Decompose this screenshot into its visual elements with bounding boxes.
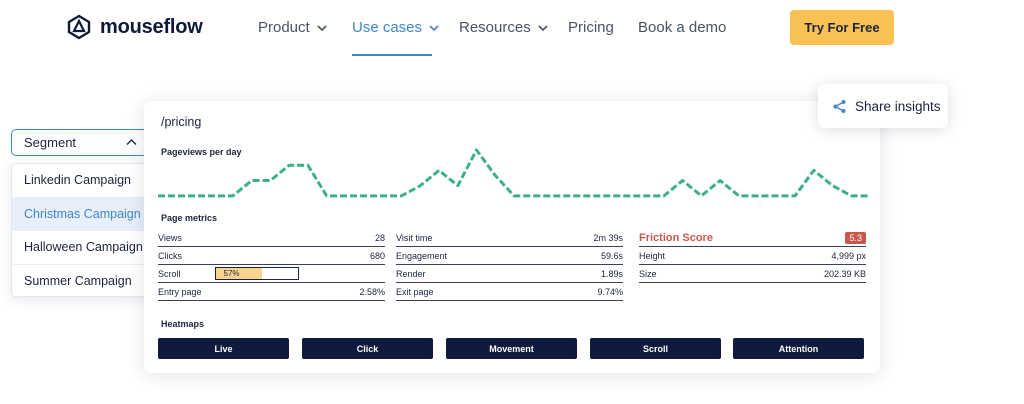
metric-label: Entry page	[158, 286, 202, 297]
nav-book-demo-label: Book a demo	[638, 19, 727, 36]
share-icon	[833, 99, 846, 113]
brand-logo[interactable]: mouseflow	[66, 14, 203, 40]
metric-label: Render	[396, 268, 426, 279]
metric-value: 2.58%	[359, 286, 385, 297]
nav-book-demo[interactable]: Book a demo	[638, 19, 726, 36]
segment-option-halloween[interactable]: Halloween Campaign	[12, 231, 149, 265]
metric-render: Render 1.89s	[396, 265, 623, 283]
metric-size: Size 202.39 KB	[639, 265, 866, 283]
metric-visit-time: Visit time 2m 39s	[396, 229, 623, 247]
try-for-free-button[interactable]: Try For Free	[790, 10, 894, 45]
metrics-right: Friction Score 5.3 Height 4,999 px Size …	[639, 229, 866, 283]
metric-views: Views 28	[158, 229, 385, 247]
nav-use-cases[interactable]: Use cases	[352, 19, 439, 36]
metric-label: Clicks	[158, 250, 182, 261]
heatmap-movement-button[interactable]: Movement	[446, 338, 577, 359]
metrics-mid: Visit time 2m 39s Engagement 59.6s Rende…	[396, 229, 623, 301]
metric-value: 202.39 KB	[823, 268, 866, 279]
metric-label: Engagement	[396, 250, 448, 261]
metric-value: 2m 39s	[593, 232, 623, 243]
metrics-title: Page metrics	[161, 213, 218, 223]
share-insights-button[interactable]: Share insights	[818, 84, 948, 128]
heatmap-click-button[interactable]: Click	[302, 338, 433, 359]
metric-height: Height 4,999 px	[639, 247, 866, 265]
scroll-progress-label: 57%	[223, 269, 240, 278]
nav-product[interactable]: Product	[258, 19, 327, 36]
metric-value: 680	[369, 250, 385, 261]
share-insights-label: Share insights	[855, 98, 941, 114]
metric-value: 28	[374, 232, 385, 243]
metric-label: Size	[639, 268, 657, 279]
heatmaps-title: Heatmaps	[161, 319, 205, 329]
nav-pricing[interactable]: Pricing	[568, 19, 614, 36]
chevron-down-icon	[538, 24, 548, 31]
segment-option-summer[interactable]: Summer Campaign	[12, 265, 149, 297]
metric-label: Visit time	[396, 232, 433, 243]
metric-engagement: Engagement 59.6s	[396, 247, 623, 265]
metric-value: 4,999 px	[831, 250, 866, 261]
metric-exit-page: Exit page 9.74%	[396, 283, 623, 301]
nav-resources-label: Resources	[459, 19, 531, 36]
mouseflow-logo-icon	[67, 14, 91, 40]
active-nav-indicator	[352, 54, 432, 56]
page-insights-card: /pricing Pageviews per day Page metrics …	[144, 101, 880, 373]
nav-use-cases-label: Use cases	[352, 19, 423, 36]
metric-label: Exit page	[396, 286, 434, 297]
metric-label: Views	[158, 232, 182, 243]
metric-value: 1.89s	[600, 268, 623, 279]
page-path: /pricing	[161, 115, 202, 129]
metric-value: 59.6s	[600, 250, 623, 261]
metric-clicks: Clicks 680	[158, 247, 385, 265]
heatmap-scroll-button[interactable]: Scroll	[590, 338, 721, 359]
chevron-down-icon	[429, 24, 439, 31]
friction-score-badge: 5.3	[845, 231, 866, 244]
segment-label: Segment	[24, 135, 77, 150]
chevron-up-icon	[126, 139, 137, 145]
segment-select[interactable]: Segment	[11, 129, 150, 156]
friction-score-label: Friction Score	[639, 231, 713, 244]
nav-resources[interactable]: Resources	[459, 19, 548, 36]
scroll-progress-bar: 57%	[214, 267, 299, 280]
nav-pricing-label: Pricing	[568, 19, 614, 36]
pageviews-chart	[158, 148, 870, 198]
metric-label: Height	[639, 250, 666, 261]
metrics-left: Views 28 Clicks 680 Scroll 57% Entry pag…	[158, 229, 385, 301]
segment-menu: Linkedin Campaign Christmas Campaign Hal…	[11, 163, 150, 297]
segment-option-christmas[interactable]: Christmas Campaign	[12, 197, 149, 231]
metric-scroll: Scroll 57%	[158, 265, 385, 283]
nav-product-label: Product	[258, 19, 310, 36]
segment-option-linkedin[interactable]: Linkedin Campaign	[12, 164, 149, 198]
metric-label: Scroll	[158, 268, 181, 279]
top-nav: mouseflow Product Use cases Resources Pr…	[0, 0, 1024, 56]
pageviews-line	[158, 148, 870, 198]
heatmap-attention-button[interactable]: Attention	[733, 338, 864, 359]
brand-name: mouseflow	[100, 15, 203, 38]
metric-value: 9.74%	[597, 286, 623, 297]
heatmap-live-button[interactable]: Live	[158, 338, 289, 359]
metric-entry-page: Entry page 2.58%	[158, 283, 385, 301]
friction-score-row: Friction Score 5.3	[639, 229, 866, 247]
chevron-down-icon	[317, 24, 327, 31]
